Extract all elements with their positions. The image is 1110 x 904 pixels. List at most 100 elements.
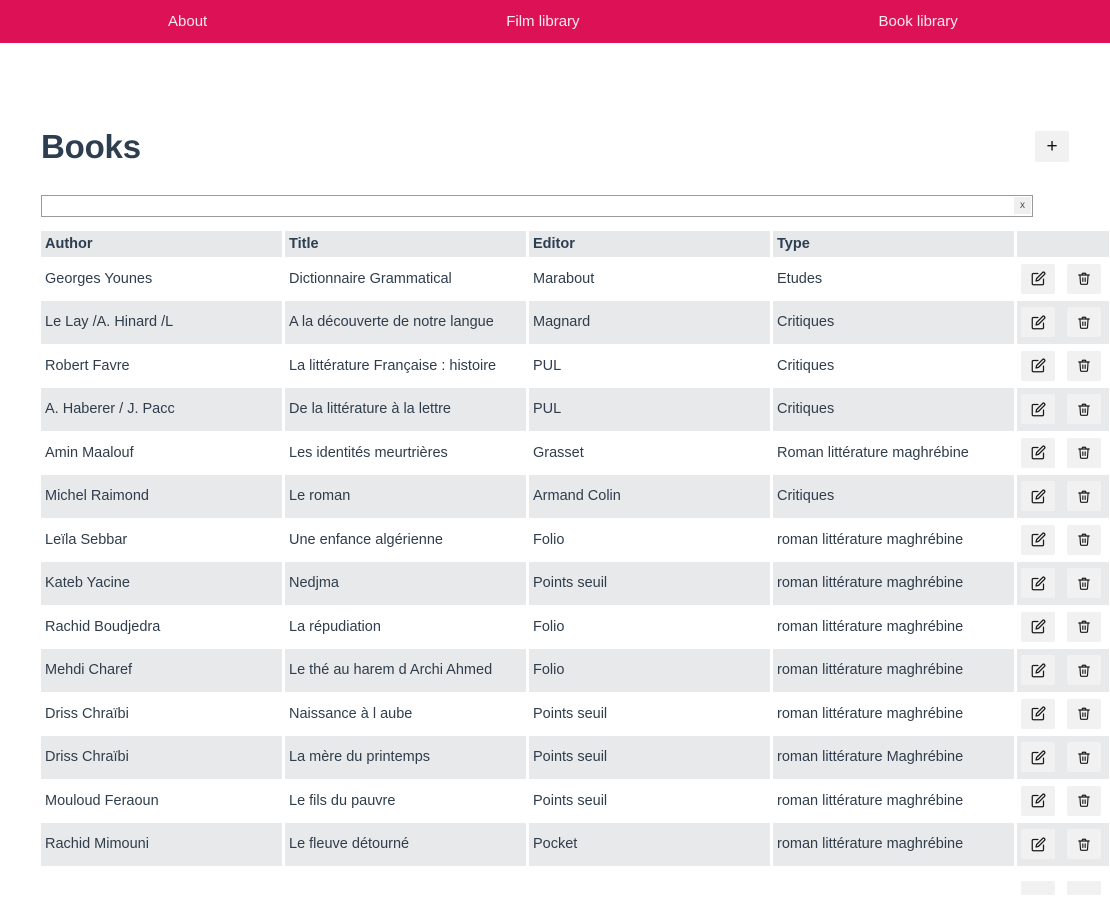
edit-book-button[interactable]: [1021, 307, 1055, 338]
column-header-author[interactable]: Author: [41, 231, 285, 257]
book-cell-title: Dictionnaire Grammatical: [285, 257, 529, 301]
edit-book-button[interactable]: [1021, 785, 1055, 816]
book-cell-title: La mère du printemps: [285, 735, 529, 779]
edit-action-cell: [1017, 344, 1063, 388]
nav-item-book-library[interactable]: Book library: [879, 14, 958, 29]
book-cell-author: Michel Raimond: [41, 474, 285, 518]
search-bar: x: [41, 195, 1033, 217]
delete-book-button[interactable]: [1067, 524, 1101, 555]
book-cell-editor: Points seuil: [529, 779, 773, 823]
trash-icon: [1077, 663, 1091, 678]
nav-item-film-library[interactable]: Film library: [506, 14, 579, 29]
delete-book-button[interactable]: [1067, 568, 1101, 599]
table-row[interactable]: Michel Raimond Le roman Armand Colin Critiq…: [41, 474, 1109, 518]
nav-item-about[interactable]: About: [168, 14, 207, 29]
edit-pencil-icon: [1031, 663, 1046, 678]
book-cell-type: roman littérature maghrébine: [773, 822, 1017, 866]
delete-book-button[interactable]: [1067, 655, 1101, 686]
book-cell-type: Critiques: [773, 474, 1017, 518]
books-table: Author Title Editor Type Georges Younes D…: [41, 231, 1109, 904]
delete-book-button[interactable]: [1067, 263, 1101, 294]
table-row[interactable]: Kateb Yacine Nedjma Points seuil roman litt…: [41, 561, 1109, 605]
search-input[interactable]: [41, 195, 1033, 217]
table-row[interactable]: Leïla Sebbar Une enfance algérienne Folio r…: [41, 518, 1109, 562]
table-row-partial[interactable]: [41, 866, 1109, 904]
column-header-type[interactable]: Type: [773, 231, 1017, 257]
edit-book-button[interactable]: [1021, 698, 1055, 729]
column-header-editor[interactable]: Editor: [529, 231, 773, 257]
book-cell-type: roman littérature maghrébine: [773, 648, 1017, 692]
book-cell-title: Le fils du pauvre: [285, 779, 529, 823]
edit-book-button[interactable]: [1021, 880, 1055, 895]
edit-book-button[interactable]: [1021, 655, 1055, 686]
page-title: Books: [41, 128, 141, 165]
table-row[interactable]: Driss Chraïbi La mère du printemps Points …: [41, 735, 1109, 779]
column-header-actions-2: [1063, 231, 1109, 257]
page-content: Books + x Author Title Editor Type Georg…: [0, 109, 1110, 904]
table-row[interactable]: Le Lay /A. Hinard /L A la découverte de n…: [41, 300, 1109, 344]
delete-book-button[interactable]: [1067, 437, 1101, 468]
table-row[interactable]: Amin Maalouf Les identités meurtrières Gra…: [41, 431, 1109, 475]
book-cell-type: roman littérature maghrébine: [773, 605, 1017, 649]
book-cell-title: Naissance à l aube: [285, 692, 529, 736]
delete-book-button[interactable]: [1067, 829, 1101, 860]
column-header-title[interactable]: Title: [285, 231, 529, 257]
book-cell-author: Georges Younes: [41, 257, 285, 301]
book-cell-editor: Folio: [529, 648, 773, 692]
delete-book-button[interactable]: [1067, 481, 1101, 512]
edit-book-button[interactable]: [1021, 568, 1055, 599]
table-row[interactable]: Rachid Mimouni Le fleuve détourné Pocket ro…: [41, 822, 1109, 866]
edit-book-button[interactable]: [1021, 263, 1055, 294]
edit-pencil-icon: [1031, 358, 1046, 373]
table-row[interactable]: Rachid Boudjedra La répudiation Folio roman…: [41, 605, 1109, 649]
edit-pencil-icon: [1031, 271, 1046, 286]
book-cell-editor: Folio: [529, 518, 773, 562]
table-row[interactable]: Mouloud Feraoun Le fils du pauvre Points s…: [41, 779, 1109, 823]
book-cell-title: Le roman: [285, 474, 529, 518]
book-cell-editor: Grasset: [529, 431, 773, 475]
book-cell-editor: Points seuil: [529, 692, 773, 736]
clear-search-button[interactable]: x: [1014, 197, 1031, 214]
edit-book-button[interactable]: [1021, 437, 1055, 468]
delete-book-button[interactable]: [1067, 880, 1101, 895]
add-book-button[interactable]: +: [1035, 131, 1069, 162]
edit-book-button[interactable]: [1021, 829, 1055, 860]
book-cell-title: Le fleuve détourné: [285, 822, 529, 866]
book-cell-title: Le thé au harem d Archi Ahmed: [285, 648, 529, 692]
delete-book-button[interactable]: [1067, 698, 1101, 729]
delete-book-button[interactable]: [1067, 611, 1101, 642]
edit-book-button[interactable]: [1021, 350, 1055, 381]
delete-action-cell: [1063, 692, 1109, 736]
delete-book-button[interactable]: [1067, 307, 1101, 338]
trash-icon: [1077, 532, 1091, 547]
book-cell-author: Rachid Mimouni: [41, 822, 285, 866]
edit-book-button[interactable]: [1021, 524, 1055, 555]
book-cell-type: Roman littérature maghrébine: [773, 431, 1017, 475]
edit-book-button[interactable]: [1021, 742, 1055, 773]
delete-book-button[interactable]: [1067, 394, 1101, 425]
edit-book-button[interactable]: [1021, 611, 1055, 642]
table-row[interactable]: Georges Younes Dictionnaire Grammatical Ma…: [41, 257, 1109, 301]
edit-book-button[interactable]: [1021, 481, 1055, 512]
edit-book-button[interactable]: [1021, 394, 1055, 425]
table-row[interactable]: A. Haberer / J. Pacc De la littérature à …: [41, 387, 1109, 431]
table-header-row: Author Title Editor Type: [41, 231, 1109, 257]
table-row[interactable]: Driss Chraïbi Naissance à l aube Points se…: [41, 692, 1109, 736]
delete-action-cell: [1063, 387, 1109, 431]
book-cell-clipped: [41, 866, 285, 904]
delete-book-button[interactable]: [1067, 742, 1101, 773]
book-cell-type: roman littérature maghrébine: [773, 779, 1017, 823]
book-cell-editor: PUL: [529, 344, 773, 388]
table-row[interactable]: Robert Favre La littérature Française : h…: [41, 344, 1109, 388]
trash-icon: [1077, 793, 1091, 808]
delete-action-cell: [1063, 431, 1109, 475]
edit-action-cell: [1017, 866, 1063, 904]
edit-action-cell: [1017, 822, 1063, 866]
delete-book-button[interactable]: [1067, 785, 1101, 816]
book-cell-editor: Armand Colin: [529, 474, 773, 518]
table-row[interactable]: Mehdi Charef Le thé au harem d Archi Ahme…: [41, 648, 1109, 692]
trash-icon: [1077, 706, 1091, 721]
delete-book-button[interactable]: [1067, 350, 1101, 381]
book-cell-type: roman littérature Maghrébine: [773, 735, 1017, 779]
delete-action-cell: [1063, 648, 1109, 692]
